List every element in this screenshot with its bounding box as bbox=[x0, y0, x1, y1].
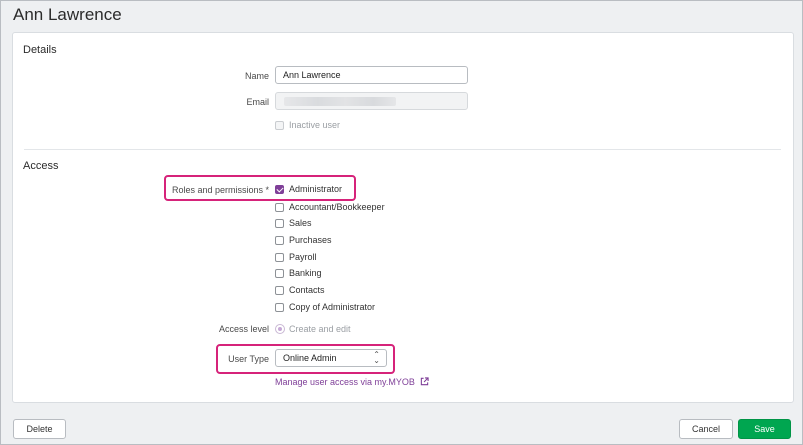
role-copy-of-administrator-label: Copy of Administrator bbox=[289, 302, 376, 312]
roles-label: Roles and permissions * bbox=[171, 185, 269, 195]
email-field bbox=[275, 92, 468, 110]
role-copy-of-administrator-checkbox[interactable] bbox=[275, 303, 284, 312]
access-level-label: Access level bbox=[218, 324, 269, 334]
access-level-radio bbox=[275, 324, 285, 334]
user-form-card: Details Name Ann Lawrence Email Inactive… bbox=[12, 32, 794, 403]
chevron-up-down-icon: ⌃ ⌄ bbox=[373, 350, 380, 365]
access-level-value: Create and edit bbox=[289, 324, 351, 334]
user-type-label: User Type bbox=[228, 354, 269, 364]
inactive-user-label: Inactive user bbox=[289, 120, 341, 130]
access-section-title: Access bbox=[23, 160, 59, 172]
email-label: Email bbox=[246, 97, 269, 107]
window-frame: Ann Lawrence Details Name Ann Lawrence E… bbox=[0, 0, 803, 445]
role-accountant-checkbox[interactable] bbox=[275, 203, 284, 212]
name-input-value: Ann Lawrence bbox=[283, 70, 341, 80]
save-button[interactable]: Save bbox=[738, 419, 791, 439]
role-banking-checkbox[interactable] bbox=[275, 269, 284, 278]
name-input[interactable]: Ann Lawrence bbox=[275, 66, 468, 84]
user-type-value: Online Admin bbox=[283, 353, 337, 363]
role-administrator-checkbox[interactable] bbox=[275, 185, 284, 194]
section-divider bbox=[24, 149, 781, 150]
details-section-title: Details bbox=[23, 44, 57, 56]
role-sales-label: Sales bbox=[289, 218, 312, 228]
role-accountant-label: Accountant/Bookkeeper bbox=[289, 202, 385, 212]
external-link-icon bbox=[420, 377, 430, 386]
cancel-button[interactable]: Cancel bbox=[679, 419, 733, 439]
role-contacts-label: Contacts bbox=[289, 285, 325, 295]
role-sales-checkbox[interactable] bbox=[275, 219, 284, 228]
role-contacts-checkbox[interactable] bbox=[275, 286, 284, 295]
role-administrator-label: Administrator bbox=[289, 184, 343, 194]
manage-user-access-link-text: Manage user access via my.MYOB bbox=[275, 377, 415, 387]
delete-button[interactable]: Delete bbox=[13, 419, 66, 439]
name-label: Name bbox=[244, 71, 269, 81]
manage-user-access-link[interactable]: Manage user access via my.MYOB bbox=[275, 377, 430, 387]
role-purchases-label: Purchases bbox=[289, 235, 332, 245]
user-type-select[interactable]: Online Admin ⌃ ⌄ bbox=[275, 349, 387, 367]
email-redacted-value bbox=[284, 97, 396, 106]
role-payroll-label: Payroll bbox=[289, 252, 317, 262]
inactive-user-checkbox bbox=[275, 121, 284, 130]
role-payroll-checkbox[interactable] bbox=[275, 253, 284, 262]
role-banking-label: Banking bbox=[289, 268, 322, 278]
role-purchases-checkbox[interactable] bbox=[275, 236, 284, 245]
page-title: Ann Lawrence bbox=[13, 5, 122, 24]
